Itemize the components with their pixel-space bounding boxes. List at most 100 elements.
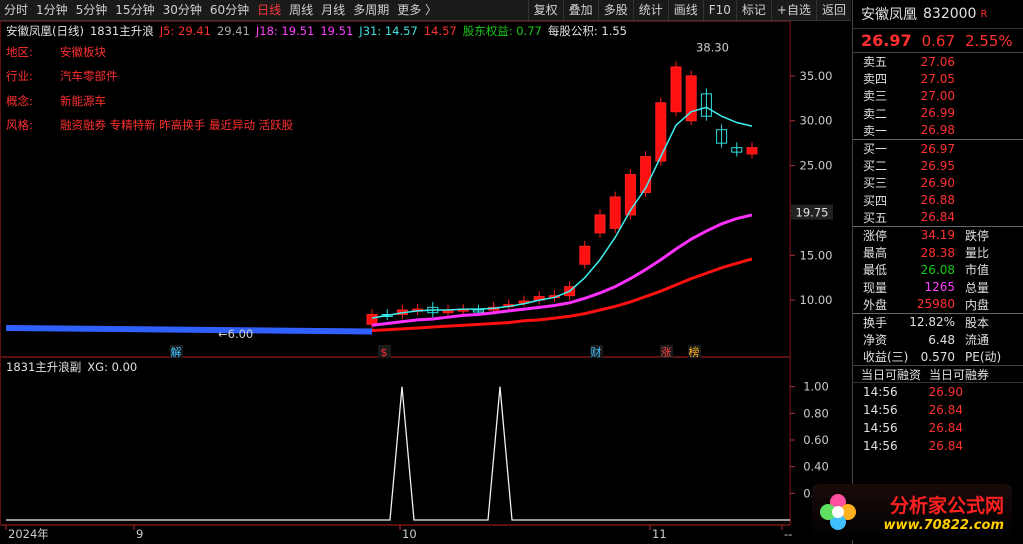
stat-label: 最低	[863, 263, 888, 278]
bid-row[interactable]: 买三 26.90	[853, 174, 1023, 191]
equity-value: 股东权益: 0.77	[462, 23, 542, 38]
sub-y-tick-label: 0.80	[803, 406, 829, 420]
info-key: 概念:	[6, 94, 33, 108]
sub-y-tick-label: 1.00	[803, 380, 829, 394]
sub-chart-frame	[0, 357, 791, 525]
sub-indicator-name[interactable]: 1831主升浪副	[6, 359, 81, 375]
stock-name: 安徽凤凰	[861, 7, 917, 23]
info-key: 行业:	[6, 69, 33, 83]
watermark-line2: www.70822.com	[883, 518, 1005, 533]
price-change-pct: 2.55%	[965, 31, 1013, 50]
quote-panel: 安徽凤凰 832000 R 26.97 0.67 2.55% 卖五 27.06 卖四…	[852, 0, 1023, 544]
bid-label: 买二	[863, 159, 888, 174]
stat-row[interactable]: 最低 26.08 市值	[853, 261, 1023, 278]
info-region: 地区: 安徽板块	[6, 44, 106, 60]
stat2-row[interactable]: 净资 6.48 流通	[853, 331, 1023, 348]
bid-label: 买一	[863, 142, 888, 157]
stat-label: 最高	[863, 246, 888, 261]
x-tick-label: 2024年	[8, 527, 49, 541]
stat-label: 现量	[863, 280, 888, 295]
event-marker: 榜	[689, 345, 700, 359]
trade-time: 14:56	[863, 385, 898, 400]
xg-line	[6, 386, 790, 521]
stat2-row[interactable]: 收益(三) 0.570 PE(动)	[853, 348, 1023, 365]
ma-line-j18	[371, 213, 753, 327]
stat-row[interactable]: 最高 28.38 量比	[853, 244, 1023, 261]
y-tick-label: 35.00	[800, 69, 833, 83]
ask-list: 卖五 27.06 卖四 27.05 卖三 27.00 卖二 26.99 卖一 26.98	[853, 53, 1023, 139]
info-key: 风格:	[6, 118, 33, 132]
bid-price: 26.90	[920, 175, 955, 190]
candle-body	[579, 245, 591, 265]
ask-row[interactable]: 卖四 27.05	[853, 70, 1023, 87]
stat2-label-2: PE(动)	[965, 350, 1002, 365]
stat-row[interactable]: 涨停 34.19 跌停	[853, 227, 1023, 244]
price-change: 0.67	[921, 31, 956, 50]
ask-price: 26.99	[920, 106, 955, 121]
stats2-list: 换手 12.82% 股本 净资 6.48 流通 收益(三) 0.570 PE(动)	[853, 314, 1023, 366]
base-band	[5, 324, 373, 335]
y-tick-label: 10.00	[800, 293, 833, 307]
trade-time: 14:56	[863, 421, 898, 436]
stat-row[interactable]: 现量 1265 总量	[853, 278, 1023, 295]
x-tick-label: 10	[402, 527, 417, 541]
candle-body	[746, 147, 758, 155]
trade-time: 14:56	[863, 439, 898, 454]
stat2-label-2: 流通	[965, 333, 990, 348]
ma-line-j5	[371, 106, 753, 319]
stat-value: 28.38	[920, 245, 955, 260]
trade-row[interactable]: 14:56 26.84	[853, 419, 1023, 437]
j18-value: J18: 19.51	[255, 23, 315, 38]
bid-row[interactable]: 买五 26.84	[853, 209, 1023, 226]
ask-label: 卖一	[863, 123, 888, 138]
trade-row[interactable]: 14:56 26.84	[853, 437, 1023, 455]
main-chart-header: 安徽凤凰(日线) 1831主升浪 J5: 29.41 29.41 J18: 19…	[0, 22, 790, 39]
ask-label: 卖五	[863, 55, 888, 70]
stat-value: 26.08	[920, 262, 955, 277]
stat-label-2: 市值	[965, 263, 990, 278]
event-marker: 财	[591, 345, 602, 359]
bid-row[interactable]: 买二 26.95	[853, 157, 1023, 174]
info-value: 汽车零部件	[60, 69, 118, 83]
ask-row[interactable]: 卖一 26.98	[853, 122, 1023, 139]
bid-price: 26.84	[920, 210, 955, 225]
info-key: 地区:	[6, 45, 33, 59]
candle-body	[655, 102, 667, 162]
stock-period-label[interactable]: 安徽凤凰(日线)	[6, 23, 84, 39]
stat-label-2: 量比	[965, 246, 990, 261]
ask-row[interactable]: 卖五 27.06	[853, 53, 1023, 70]
stat2-label: 收益(三)	[863, 350, 909, 365]
j31-value-b: 14.57	[423, 23, 457, 38]
stat2-label-2: 股本	[965, 315, 990, 330]
bid-label: 买五	[863, 210, 888, 225]
trade-price: 26.84	[928, 403, 963, 418]
info-concept: 概念: 新能源车	[6, 93, 106, 109]
trade-list: 14:56 26.90 14:56 26.84 14:56 26.84 14:56 26.84	[853, 383, 1023, 455]
stat-row[interactable]: 外盘 25980 内盘	[853, 296, 1023, 313]
fund-value: 每股公积: 1.55	[547, 23, 627, 38]
j18-value-b: 19.51	[320, 23, 354, 38]
trade-row[interactable]: 14:56 26.90	[853, 383, 1023, 401]
ask-row[interactable]: 卖二 26.99	[853, 105, 1023, 122]
stat-label: 涨停	[863, 228, 888, 243]
stat-label-2: 跌停	[965, 228, 990, 243]
ask-row[interactable]: 卖三 27.00	[853, 87, 1023, 104]
x-tick-label: 9	[136, 527, 143, 541]
stat-value: 25980	[916, 297, 955, 312]
sub-y-tick-label: 0.40	[803, 460, 829, 474]
stat2-value: 6.48	[928, 332, 955, 347]
watermark-line1: 分析家公式网	[889, 495, 1004, 517]
info-value: 融资融券 专精特新 昨高换手 最近异动 活跃股	[60, 118, 294, 132]
bid-row[interactable]: 买一 26.97	[853, 140, 1023, 157]
bid-price: 26.97	[920, 141, 955, 156]
trade-row[interactable]: 14:56 26.84	[853, 401, 1023, 419]
stat2-row[interactable]: 换手 12.82% 股本	[853, 314, 1023, 331]
stat-label-2: 内盘	[965, 297, 990, 312]
bid-row[interactable]: 买四 26.88	[853, 192, 1023, 209]
stat-value: 1265	[924, 280, 955, 295]
kline-chart: 10.0015.0020.0025.0030.0035.0038.30←6.00…	[0, 21, 833, 541]
watermark-logo: 分析家公式网 www.70822.com	[812, 484, 1012, 540]
bid-list: 买一 26.97 买二 26.95 买三 26.90 买四 26.88 买五 26.84	[853, 140, 1023, 226]
stock-code: 832000	[923, 6, 977, 22]
indicator-name[interactable]: 1831主升浪	[90, 23, 154, 39]
